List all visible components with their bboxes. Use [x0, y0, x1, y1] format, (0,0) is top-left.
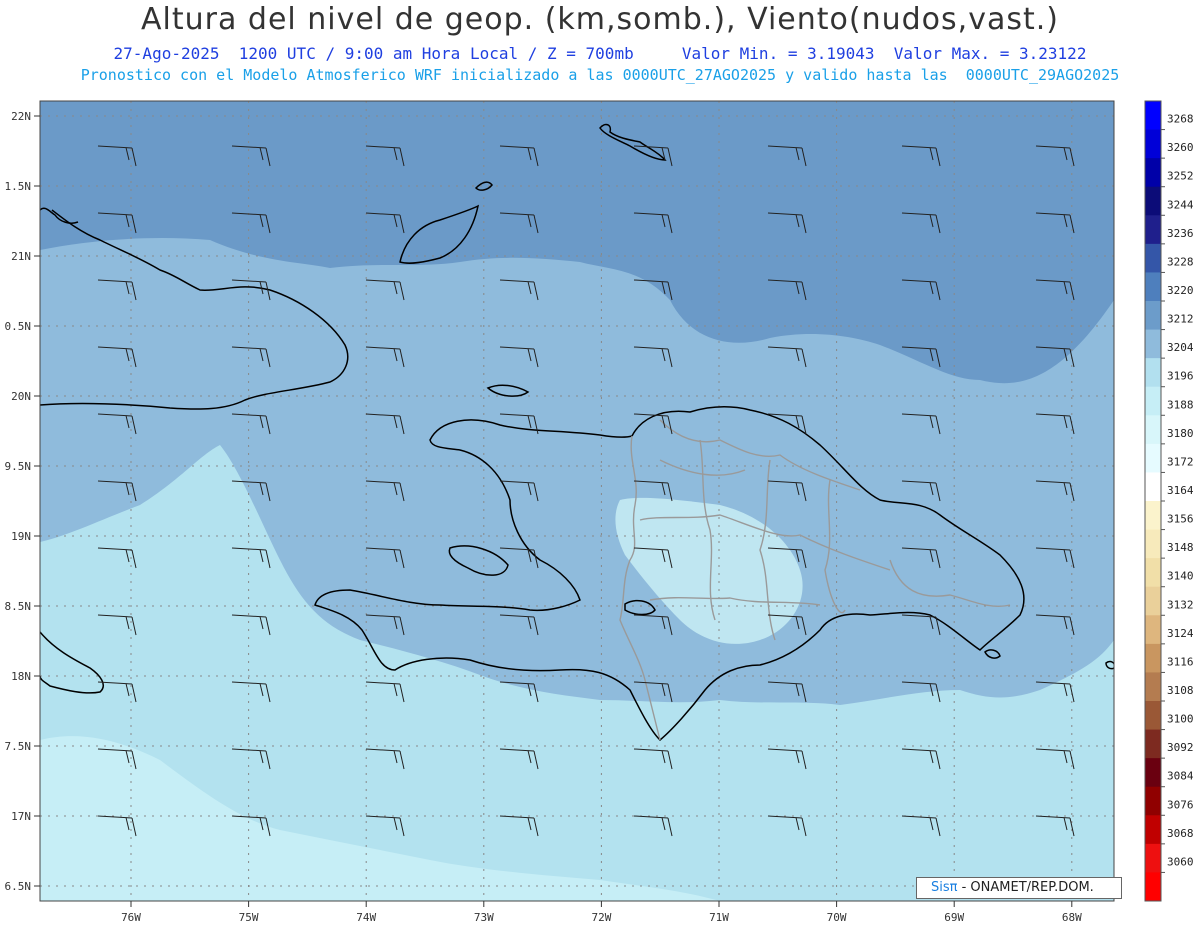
colorbar-label: 3228 — [1167, 255, 1194, 268]
colorbar-swatch — [1145, 558, 1161, 588]
colorbar-label: 3068 — [1167, 827, 1194, 840]
credit-box: Sisπ - ONAMET/REP.DOM. — [916, 877, 1122, 899]
colorbar-swatch — [1145, 272, 1161, 302]
colorbar-swatch — [1145, 643, 1161, 673]
lon-tick-label: 70W — [827, 911, 847, 924]
colorbar-label: 3188 — [1167, 398, 1194, 411]
lat-tick-label: 0.5N — [5, 320, 32, 333]
colorbar-label: 3252 — [1167, 170, 1194, 183]
lon-tick-label: 72W — [591, 911, 611, 924]
colorbar-label: 3156 — [1167, 513, 1194, 526]
lon-tick-label: 76W — [121, 911, 141, 924]
colorbar-label: 3060 — [1167, 855, 1194, 868]
colorbar-swatch — [1145, 701, 1161, 731]
lon-tick-label: 71W — [709, 911, 729, 924]
lat-tick-label: 1.5N — [5, 180, 32, 193]
colorbar-swatch — [1145, 329, 1161, 359]
lat-tick-label: 7.5N — [5, 740, 32, 753]
lat-tick-label: 22N — [11, 110, 31, 123]
lat-tick-label: 20N — [11, 390, 31, 403]
lat-tick-label: 18N — [11, 670, 31, 683]
colorbar-label: 3124 — [1167, 627, 1194, 640]
colorbar-label: 3268 — [1167, 113, 1194, 126]
colorbar-swatch — [1145, 843, 1161, 873]
lat-tick-label: 17N — [11, 810, 31, 823]
colorbar-label: 3212 — [1167, 313, 1194, 326]
colorbar-swatch — [1145, 786, 1161, 816]
colorbar-label: 3172 — [1167, 455, 1194, 468]
colorbar-swatch — [1145, 415, 1161, 445]
colorbar-swatch — [1145, 158, 1161, 188]
colorbar-swatch — [1145, 301, 1161, 331]
colorbar-swatch — [1145, 586, 1161, 616]
lon-tick-label: 73W — [474, 911, 494, 924]
colorbar-label: 3148 — [1167, 541, 1194, 554]
colorbar-swatch — [1145, 186, 1161, 216]
colorbar-label: 3260 — [1167, 141, 1194, 154]
lat-tick-label: 8.5N — [5, 600, 32, 613]
geopotential-map: 22N 1.5N 21N 0.5N 20N 9.5N 19N 8.5N 18N 7.5N 17N 6.… — [5, 100, 1194, 924]
lat-tick-label: 9.5N — [5, 460, 32, 473]
colorbar-swatch — [1145, 872, 1161, 902]
colorbar-label: 3244 — [1167, 198, 1194, 211]
colorbar-swatch — [1145, 386, 1161, 416]
longitude-axis: 76W 75W 74W 73W 72W 71W 70W 69W 68W — [121, 901, 1082, 924]
colorbar-swatch — [1145, 729, 1161, 759]
colorbar-swatch — [1145, 129, 1161, 159]
colorbar-label: 3100 — [1167, 713, 1194, 726]
colorbar-swatch — [1145, 472, 1161, 502]
colorbar-swatch — [1145, 529, 1161, 559]
lon-tick-label: 68W — [1062, 911, 1082, 924]
colorbar-label: 3164 — [1167, 484, 1194, 497]
colorbar-swatch — [1145, 501, 1161, 531]
colorbar-label: 3236 — [1167, 227, 1194, 240]
sispi-brand: Sisπ — [931, 880, 958, 895]
colorbar-label: 3196 — [1167, 370, 1194, 383]
colorbar-label: 3076 — [1167, 798, 1194, 811]
colorbar-legend: 3268 3260 3252 3244 3236 3228 3220 3212 3204 3196… — [1144, 100, 1194, 902]
colorbar-swatch — [1145, 101, 1161, 131]
colorbar-label: 3132 — [1167, 598, 1194, 611]
colorbar-swatch — [1145, 443, 1161, 473]
lat-tick-label: 19N — [11, 530, 31, 543]
colorbar-swatch — [1145, 243, 1161, 273]
colorbar-label: 3108 — [1167, 684, 1194, 697]
lat-tick-label: 6.5N — [5, 880, 32, 893]
colorbar-swatch — [1145, 672, 1161, 702]
lon-tick-label: 75W — [239, 911, 259, 924]
lat-tick-label: 21N — [11, 250, 31, 263]
colorbar-swatch — [1145, 815, 1161, 845]
colorbar-label: 3116 — [1167, 655, 1194, 668]
colorbar-label: 3180 — [1167, 427, 1194, 440]
colorbar-swatch — [1145, 758, 1161, 788]
colorbar-label: 3220 — [1167, 284, 1194, 297]
latitude-axis: 22N 1.5N 21N 0.5N 20N 9.5N 19N 8.5N 18N 7.5N 17N 6.… — [5, 110, 40, 893]
colorbar-swatch — [1145, 358, 1161, 388]
colorbar-label: 3140 — [1167, 570, 1194, 583]
colorbar-label: 3204 — [1167, 341, 1194, 354]
colorbar-swatch — [1145, 615, 1161, 645]
colorbar-swatch — [1145, 215, 1161, 245]
colorbar-label: 3084 — [1167, 770, 1194, 783]
map-plot-area — [40, 101, 1114, 901]
lon-tick-label: 74W — [356, 911, 376, 924]
lon-tick-label: 69W — [944, 911, 964, 924]
onamet-credit: - ONAMET/REP.DOM. — [957, 880, 1094, 895]
colorbar-label: 3092 — [1167, 741, 1194, 754]
